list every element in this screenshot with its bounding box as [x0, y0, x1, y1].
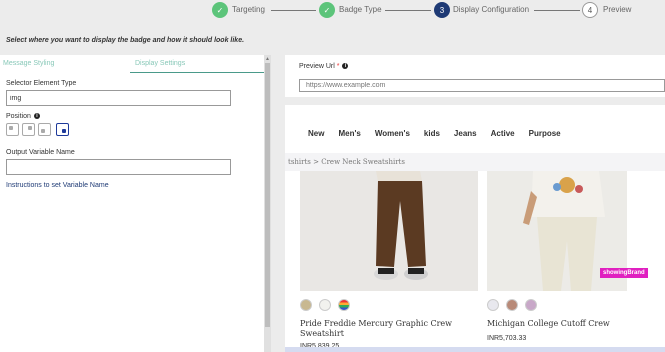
preview-url-panel: Preview Url * i — [285, 55, 665, 97]
scroll-up-icon[interactable]: ▲ — [265, 56, 270, 62]
product-name-1-line1[interactable]: Pride Freddie Mercury Graphic Crew — [300, 319, 452, 329]
site-nav: New Men's Women's kids Jeans Active Purp… — [308, 129, 561, 138]
info-icon[interactable]: i — [33, 113, 40, 119]
step-label-display-configuration: Display Configuration — [453, 5, 530, 14]
color-swatch[interactable] — [319, 299, 331, 311]
nav-item-active[interactable]: Active — [491, 129, 515, 138]
step-label-badge-type: Badge Type — [339, 5, 382, 14]
step-number-active: 3 — [434, 2, 450, 18]
tab-message-styling[interactable]: Message Styling — [3, 60, 54, 67]
step-number-pending: 4 — [582, 2, 598, 18]
product-name-1-line2[interactable]: Sweatshirt — [300, 329, 344, 339]
preview-url-input[interactable] — [299, 79, 665, 92]
check-icon: ✓ — [319, 2, 335, 18]
nav-item-kids[interactable]: kids — [424, 129, 440, 138]
required-mark: * — [336, 63, 340, 70]
check-icon: ✓ — [212, 2, 228, 18]
product-image-1[interactable] — [300, 171, 478, 291]
tab-display-settings[interactable]: Display Settings — [135, 60, 185, 67]
nav-item-mens[interactable]: Men's — [338, 129, 360, 138]
selector-element-label: Selector Element Type — [6, 80, 77, 87]
variable-instructions-link[interactable]: Instructions to set Variable Name — [6, 182, 109, 189]
active-tab-indicator — [130, 72, 264, 73]
info-icon[interactable]: i — [342, 63, 349, 69]
preview-url-label-text: Preview Url — [299, 63, 335, 70]
step-label-targeting: Targeting — [232, 5, 265, 14]
nav-item-new[interactable]: New — [308, 129, 324, 138]
position-bottom-right[interactable] — [56, 123, 69, 136]
position-bottom-left[interactable] — [38, 123, 51, 136]
position-label-text: Position — [6, 113, 31, 120]
output-variable-label: Output Variable Name — [6, 149, 75, 156]
step-connector — [534, 10, 580, 11]
left-scrollbar-thumb[interactable] — [265, 63, 270, 327]
preview-url-label: Preview Url * i — [299, 63, 349, 70]
position-label: Position i — [6, 113, 40, 120]
color-swatch[interactable] — [525, 299, 537, 311]
settings-panel: Message Styling Display Settings Selecto… — [0, 55, 264, 352]
step-connector — [271, 10, 316, 11]
selector-element-input[interactable] — [6, 90, 231, 106]
color-swatch[interactable] — [487, 299, 499, 311]
badge-preview: showingBrand — [600, 268, 648, 278]
nav-item-purpose[interactable]: Purpose — [529, 129, 561, 138]
nav-item-jeans[interactable]: Jeans — [454, 129, 477, 138]
breadcrumb: tshirts > Crew Neck Sweatshirts — [288, 158, 405, 166]
step-label-preview: Preview — [603, 5, 632, 14]
site-preview: New Men's Women's kids Jeans Active Purp… — [285, 105, 665, 352]
output-variable-input[interactable] — [6, 159, 231, 175]
position-top-right[interactable] — [22, 123, 35, 136]
color-swatch[interactable] — [338, 299, 350, 311]
product-photo-pants — [300, 171, 478, 291]
page-instruction: Select where you want to display the bad… — [6, 37, 245, 44]
step-connector — [385, 10, 431, 11]
nav-item-womens[interactable]: Women's — [375, 129, 410, 138]
product-name-2[interactable]: Michigan College Cutoff Crew — [487, 319, 610, 329]
position-top-left[interactable] — [6, 123, 19, 136]
progress-stepper: ✓ Targeting ✓ Badge Type 3 Display Confi… — [0, 0, 665, 24]
product-price-2: INR5,703.33 — [487, 335, 527, 342]
color-swatch[interactable] — [506, 299, 518, 311]
preview-bottom-bar — [285, 347, 665, 352]
color-swatch[interactable] — [300, 299, 312, 311]
